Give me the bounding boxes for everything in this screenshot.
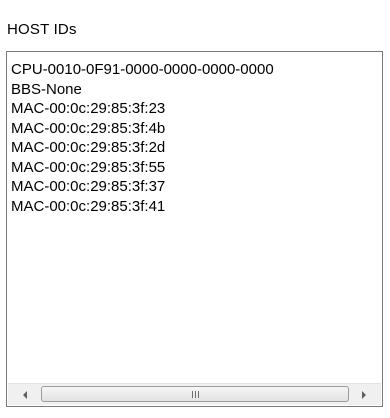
scrollbar-thumb[interactable]	[41, 386, 349, 402]
list-item[interactable]: MAC-00:0c:29:85:3f:4b	[11, 119, 380, 139]
host-ids-listbox[interactable]: CPU-0010-0F91-0000-0000-0000-0000 BBS-No…	[6, 51, 383, 407]
host-ids-panel: HOST IDs CPU-0010-0F91-0000-0000-0000-00…	[0, 0, 390, 418]
host-ids-label: HOST IDs	[7, 21, 77, 38]
grip-icon	[191, 390, 199, 398]
list-item[interactable]: BBS-None	[11, 80, 380, 100]
scroll-right-arrow-icon	[362, 390, 366, 399]
scroll-left-button[interactable]	[16, 384, 34, 405]
list-item[interactable]: MAC-00:0c:29:85:3f:23	[11, 99, 380, 119]
list-item[interactable]: MAC-00:0c:29:85:3f:55	[11, 158, 380, 178]
scroll-left-arrow-icon	[23, 390, 27, 399]
list-item[interactable]: MAC-00:0c:29:85:3f:37	[11, 177, 380, 197]
host-ids-list: CPU-0010-0F91-0000-0000-0000-0000 BBS-No…	[11, 60, 380, 216]
scroll-right-button[interactable]	[355, 384, 373, 405]
list-item[interactable]: MAC-00:0c:29:85:3f:2d	[11, 138, 380, 158]
horizontal-scrollbar[interactable]	[8, 383, 381, 405]
list-item[interactable]: MAC-00:0c:29:85:3f:41	[11, 197, 380, 217]
list-item[interactable]: CPU-0010-0F91-0000-0000-0000-0000	[11, 60, 380, 80]
